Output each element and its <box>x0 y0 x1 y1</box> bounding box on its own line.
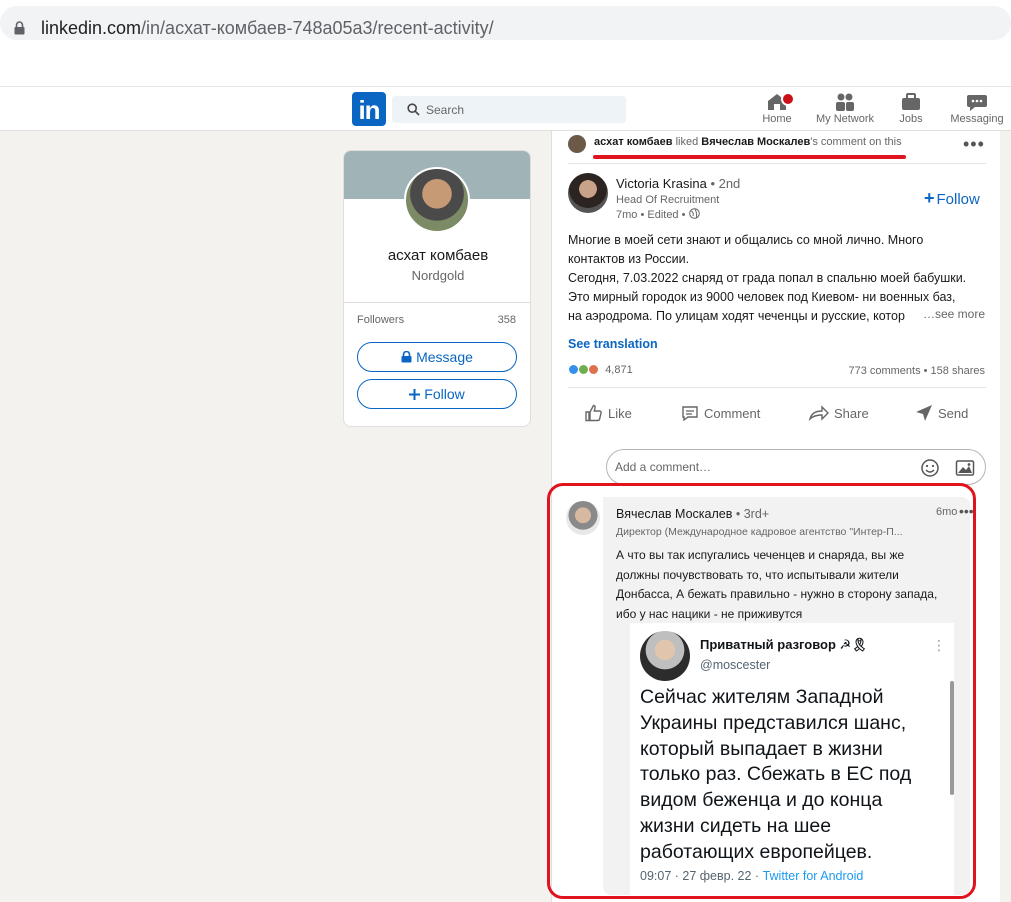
add-comment-input[interactable] <box>615 450 905 484</box>
activity-divider <box>568 163 986 164</box>
reactions-summary[interactable]: 4,871 <box>568 364 633 376</box>
lock-icon <box>401 350 412 363</box>
profile-company: Nordgold <box>411 268 465 283</box>
reactions-count: 4,871 <box>605 364 633 376</box>
followers-count: 358 <box>497 314 516 326</box>
post-stats[interactable]: 773 comments • 158 shares <box>848 365 985 377</box>
comment-box[interactable] <box>606 449 986 485</box>
more-options-icon[interactable]: ••• <box>963 135 985 153</box>
stats-divider <box>568 387 986 388</box>
emoji-icon[interactable] <box>920 458 940 478</box>
red-highlight-frame <box>547 483 976 899</box>
send-icon <box>916 405 932 421</box>
post-author-name: Victoria Krasina <box>616 176 707 191</box>
see-more-link[interactable]: …see more <box>920 307 986 321</box>
briefcase-icon <box>902 93 920 110</box>
nav-label-jobs: Jobs <box>899 113 923 125</box>
nav-item-my-network[interactable]: My Network <box>812 92 878 130</box>
post-author-avatar[interactable] <box>568 173 608 213</box>
thumbs-up-icon <box>585 404 602 422</box>
post-follow-label: Follow <box>936 191 980 208</box>
post-text-line: Многие в моей сети знают и общались со м… <box>568 233 924 247</box>
activity-avatar <box>568 135 586 153</box>
url-field[interactable]: linkedin.com/in/асхат-комбаев-748a05a3/r… <box>0 6 1011 40</box>
share-label: Share <box>834 406 869 421</box>
nav-label-my-network: My Network <box>815 113 875 125</box>
see-translation-link[interactable]: See translation <box>568 337 658 351</box>
profile-name[interactable]: асхат комбаев <box>344 247 530 264</box>
post-author-headline: Head Of Recruitment <box>616 194 720 206</box>
url-text: linkedin.com/in/асхат-комбаев-748a05a3/r… <box>41 18 494 39</box>
profile-divider <box>344 302 530 303</box>
activity-suffix: 's comment on this <box>810 136 902 148</box>
search-icon <box>407 103 420 116</box>
search-box[interactable] <box>392 96 626 123</box>
post-meta-text: 7mo • Edited • <box>616 209 686 221</box>
network-icon <box>836 93 854 111</box>
post-text-line: контактов из России. <box>568 252 690 266</box>
like-button[interactable]: Like <box>584 403 632 423</box>
red-highlight-underline <box>593 155 906 159</box>
comment-label: Comment <box>704 406 761 421</box>
nav-item-home[interactable]: Home <box>757 92 797 130</box>
followers-label: Followers <box>357 314 405 326</box>
notification-badge <box>781 92 795 106</box>
message-button[interactable]: Message <box>357 342 517 372</box>
send-label: Send <box>938 406 969 421</box>
share-icon <box>808 405 829 422</box>
post-follow-button[interactable]: + Follow <box>924 188 980 209</box>
activity-target[interactable]: Вячеслав Москалев <box>701 136 810 148</box>
browser-address-bar: linkedin.com/in/асхат-комбаев-748a05a3/r… <box>0 0 1011 44</box>
linkedin-nav-bar: in Home My Network Jobs Messaging <box>0 87 1011 131</box>
comment-icon <box>682 406 698 422</box>
messaging-icon <box>967 95 987 111</box>
nav-label-home: Home <box>762 113 792 125</box>
share-button[interactable]: Share <box>808 403 869 423</box>
browser-toolbar-area <box>0 44 1011 87</box>
globe-icon <box>688 208 700 219</box>
post-text-line: Это мирный городок из 9000 человек под К… <box>568 290 956 304</box>
post-author-degree: • 2nd <box>710 176 741 191</box>
activity-header: асхат комбаев liked Вячеслав Москалев's … <box>594 136 902 148</box>
nav-item-jobs[interactable]: Jobs <box>893 92 929 130</box>
profile-follow-button[interactable]: Follow <box>357 379 517 409</box>
love-reaction-icon <box>588 364 600 375</box>
activity-actor[interactable]: асхат комбаев <box>594 136 673 148</box>
comment-button[interactable]: Comment <box>680 403 760 423</box>
profile-follow-label: Follow <box>424 386 465 402</box>
lock-icon <box>14 21 25 35</box>
like-label: Like <box>608 406 632 421</box>
post-author[interactable]: Victoria Krasina • 2nd <box>616 176 740 191</box>
nav-label-messaging: Messaging <box>950 113 1004 125</box>
image-icon[interactable] <box>955 458 975 478</box>
post-meta: 7mo • Edited • <box>616 208 700 221</box>
url-host: linkedin.com <box>41 18 142 38</box>
plus-icon <box>409 389 421 400</box>
nav-item-messaging[interactable]: Messaging <box>947 92 1007 130</box>
linkedin-logo[interactable]: in <box>352 92 386 126</box>
activity-verb: liked <box>675 136 699 148</box>
url-path: /in/асхат-комбаев-748a05a3/recent-activi… <box>141 18 494 38</box>
message-button-label: Message <box>416 349 473 365</box>
profile-card: асхат комбаев Nordgold Followers 358 Mes… <box>343 150 531 427</box>
profile-avatar[interactable] <box>404 167 470 233</box>
search-input[interactable] <box>426 96 616 123</box>
send-button[interactable]: Send <box>914 403 968 423</box>
post-text-line: Сегодня, 7.03.2022 снаряд от града попал… <box>568 271 967 285</box>
